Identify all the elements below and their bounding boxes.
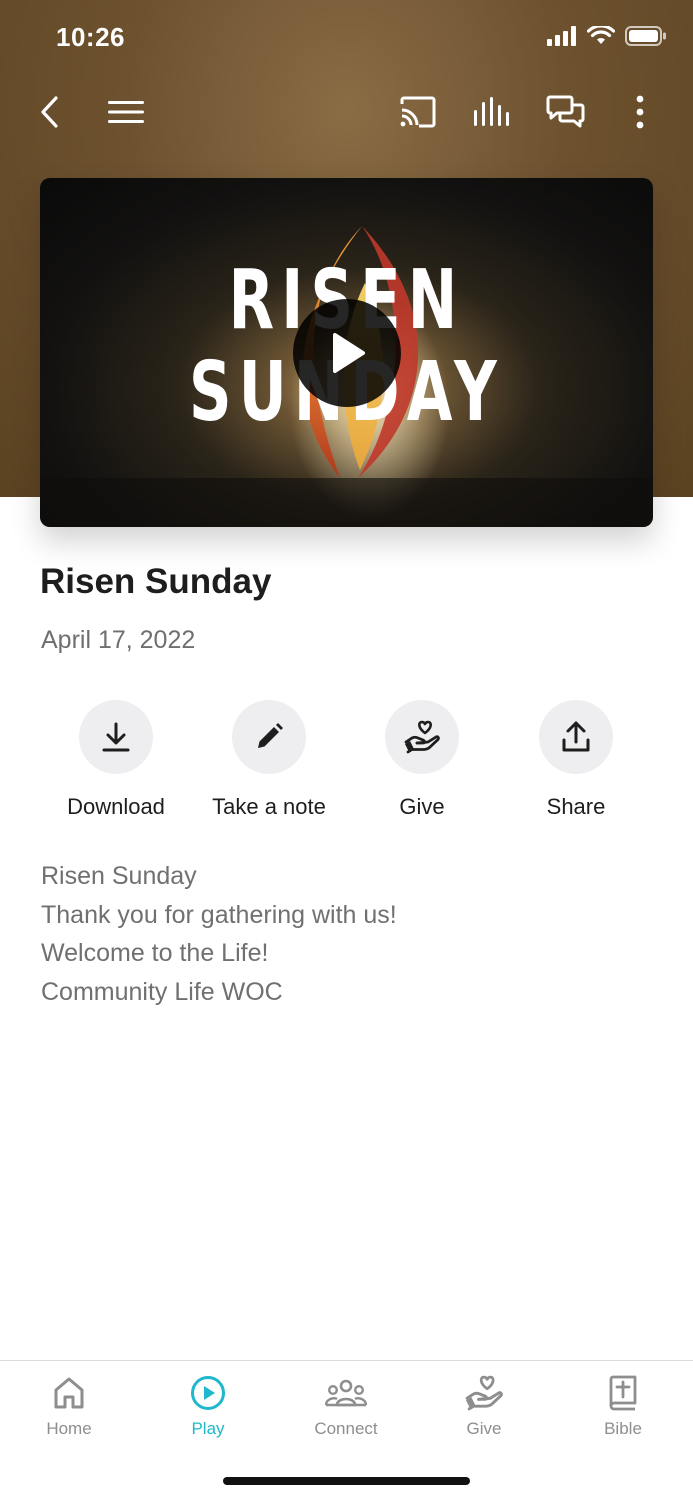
description-line: Welcome to the Life! bbox=[41, 939, 269, 967]
share-button[interactable]: Share bbox=[506, 700, 646, 820]
play-icon bbox=[333, 333, 365, 373]
back-button[interactable] bbox=[28, 90, 72, 134]
pencil-icon bbox=[258, 723, 283, 748]
home-indicator bbox=[223, 1477, 470, 1485]
tab-give-label: Give bbox=[466, 1419, 502, 1438]
people-icon bbox=[324, 1379, 368, 1407]
share-icon bbox=[562, 721, 590, 752]
give-button[interactable]: Give bbox=[352, 700, 492, 820]
tab-connect-label: Connect bbox=[314, 1419, 378, 1438]
play-circle-icon bbox=[191, 1376, 225, 1410]
menu-icon bbox=[108, 101, 144, 123]
cellular-signal-icon bbox=[547, 26, 576, 46]
play-button[interactable] bbox=[293, 299, 401, 407]
chat-icon bbox=[546, 95, 585, 128]
take-note-circle bbox=[232, 700, 306, 774]
wifi-icon bbox=[587, 26, 615, 44]
tab-give[interactable]: Give bbox=[429, 1375, 539, 1439]
battery-icon bbox=[625, 26, 666, 46]
download-label: Download bbox=[67, 794, 165, 819]
sermon-description: Risen Sunday Thank you for gathering wit… bbox=[41, 857, 651, 1011]
status-bar: 10:26 bbox=[0, 0, 693, 76]
menu-button[interactable] bbox=[104, 90, 148, 134]
more-vertical-icon bbox=[636, 95, 644, 129]
tab-bible[interactable]: Bible bbox=[568, 1375, 678, 1439]
tab-play-label: Play bbox=[191, 1419, 225, 1438]
share-label: Share bbox=[546, 794, 606, 819]
tab-bible-label: Bible bbox=[604, 1419, 642, 1438]
cast-button[interactable] bbox=[396, 90, 440, 134]
give-hand-heart-icon bbox=[465, 1375, 503, 1411]
back-icon bbox=[41, 96, 58, 128]
sermon-date: April 17, 2022 bbox=[41, 626, 196, 654]
description-line: Risen Sunday bbox=[41, 862, 197, 890]
more-button[interactable] bbox=[618, 90, 662, 134]
video-player[interactable]: RISEN SUNDAY bbox=[40, 178, 653, 527]
share-circle bbox=[539, 700, 613, 774]
sermon-title: Risen Sunday bbox=[40, 562, 272, 601]
audio-button[interactable] bbox=[470, 90, 514, 134]
cast-icon bbox=[400, 96, 436, 128]
tab-home[interactable]: Home bbox=[14, 1375, 124, 1439]
home-icon bbox=[54, 1377, 84, 1409]
bible-icon bbox=[609, 1375, 637, 1411]
give-hand-heart-icon bbox=[404, 720, 440, 754]
top-toolbar bbox=[0, 76, 693, 146]
take-note-button[interactable]: Take a note bbox=[199, 700, 339, 820]
give-label: Give bbox=[399, 794, 445, 819]
chat-button[interactable] bbox=[544, 90, 588, 134]
action-row: Download Take a note Give Share bbox=[40, 700, 653, 830]
take-note-label: Take a note bbox=[212, 794, 326, 819]
status-icons bbox=[547, 26, 667, 46]
tab-play[interactable]: Play bbox=[153, 1375, 263, 1439]
tab-connect[interactable]: Connect bbox=[291, 1375, 401, 1439]
give-circle bbox=[385, 700, 459, 774]
audio-bars-icon bbox=[474, 97, 509, 126]
download-icon bbox=[102, 722, 130, 752]
tab-home-label: Home bbox=[46, 1419, 92, 1438]
status-time: 10:26 bbox=[56, 22, 125, 52]
download-button[interactable]: Download bbox=[46, 700, 186, 820]
description-line: Community Life WOC bbox=[41, 977, 283, 1006]
download-circle bbox=[79, 700, 153, 774]
description-line: Thank you for gathering with us! bbox=[41, 900, 397, 929]
